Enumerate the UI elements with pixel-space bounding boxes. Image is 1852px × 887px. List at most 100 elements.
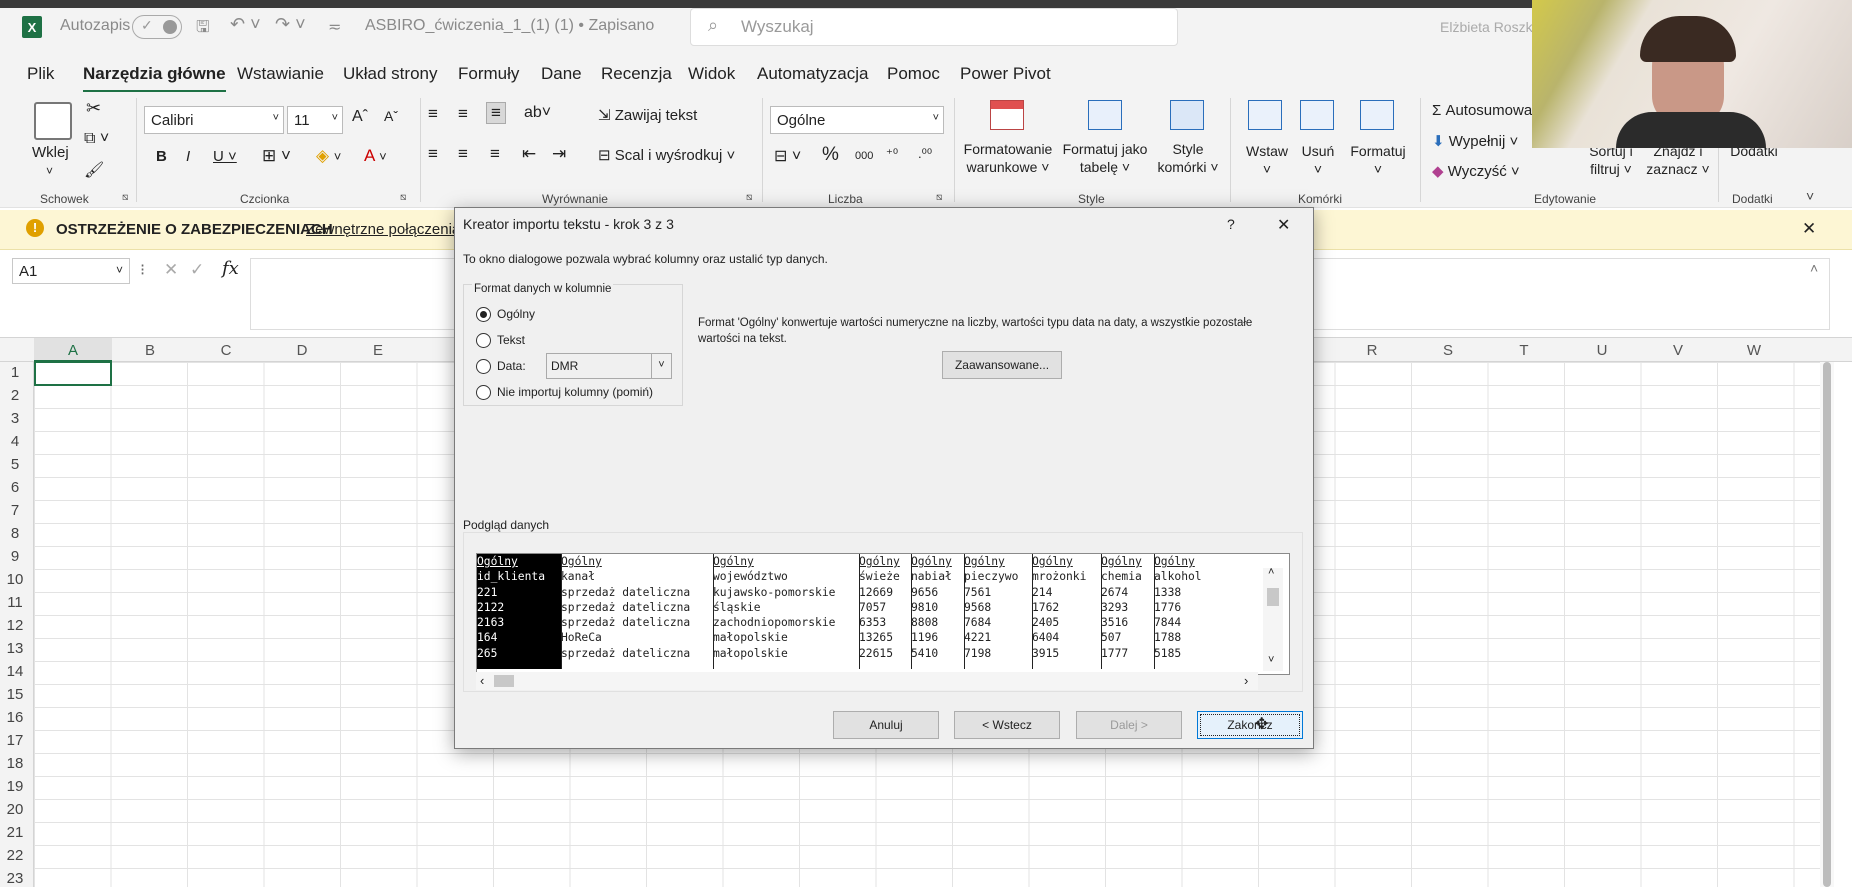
increase-font-icon[interactable]: Aˆ: [352, 108, 368, 126]
row-header-2[interactable]: 2: [0, 387, 30, 404]
format-cells-icon[interactable]: [1360, 100, 1394, 130]
document-title[interactable]: ASBIRO_ćwiczenia_1_(1) (1) • Zapisano: [365, 17, 654, 35]
preview-hscroll-thumb[interactable]: [494, 675, 514, 687]
preview-column-3[interactable]: Ogólny województwo kujawsko-pomorskie śl…: [713, 554, 859, 669]
row-header-8[interactable]: 8: [0, 525, 30, 542]
row-header-23[interactable]: 23: [0, 870, 30, 887]
date-format-select[interactable]: DMR ˅: [546, 353, 672, 379]
row-header-17[interactable]: 17: [0, 732, 30, 749]
data-preview-table[interactable]: Ogólny id_klienta 221 2122 2163 164 265 …: [476, 553, 1290, 675]
tab-power-pivot[interactable]: Power Pivot: [960, 64, 1051, 84]
align-bottom-icon[interactable]: ≡: [486, 102, 506, 124]
tab-recenzja[interactable]: Recenzja: [601, 64, 672, 84]
row-header-13[interactable]: 13: [0, 640, 30, 657]
preview-column-divider[interactable]: [1032, 554, 1033, 669]
collapse-formula-icon[interactable]: ˄: [1810, 260, 1818, 276]
scroll-right-icon[interactable]: ›: [1244, 673, 1248, 688]
cancel-button[interactable]: Anuluj: [833, 711, 939, 739]
currency-icon[interactable]: ⊟ ˅: [774, 146, 801, 166]
column-header-s[interactable]: S: [1410, 342, 1486, 359]
percent-icon[interactable]: %: [822, 144, 839, 166]
preview-vertical-scrollbar[interactable]: ˄ ˅: [1263, 566, 1283, 671]
row-header-5[interactable]: 5: [0, 456, 30, 473]
preview-column-1[interactable]: Ogólny id_klienta 221 2122 2163 164 265: [477, 554, 561, 669]
collapse-ribbon-icon[interactable]: ˅: [1806, 188, 1814, 204]
align-middle-icon[interactable]: ≡: [458, 104, 468, 124]
preview-column-2[interactable]: Ogólny kanał sprzedaż dateliczna sprzeda…: [561, 554, 713, 669]
preview-column-divider[interactable]: [1154, 554, 1155, 669]
row-header-9[interactable]: 9: [0, 548, 30, 565]
preview-vscroll-thumb[interactable]: [1267, 588, 1279, 606]
delete-button[interactable]: Usuń ˅: [1288, 142, 1348, 178]
search-box[interactable]: Wyszukaj: [690, 8, 1178, 46]
row-header-1[interactable]: 1: [0, 364, 30, 381]
preview-column-divider[interactable]: [859, 554, 860, 669]
row-header-12[interactable]: 12: [0, 617, 30, 634]
tab-wstawianie[interactable]: Wstawianie: [237, 64, 324, 84]
row-header-18[interactable]: 18: [0, 755, 30, 772]
warning-link[interactable]: Zewnętrzne połączenia: [306, 221, 460, 238]
autosum-button[interactable]: Σ Autosumowa: [1432, 102, 1532, 119]
row-header-7[interactable]: 7: [0, 502, 30, 519]
radio-text-label[interactable]: Tekst: [497, 333, 525, 347]
fill-color-icon[interactable]: ◈ ˅: [316, 146, 341, 166]
preview-column-divider[interactable]: [911, 554, 912, 669]
clear-button[interactable]: ◆ Wyczyść ˅: [1432, 162, 1520, 180]
column-header-a[interactable]: A: [34, 342, 112, 359]
wrap-text-button[interactable]: ⇲ Zawijaj tekst: [598, 106, 697, 124]
align-right-icon[interactable]: ≡: [490, 144, 500, 164]
radio-general[interactable]: [476, 307, 491, 322]
font-color-icon[interactable]: A ˅: [364, 146, 387, 166]
scrollbar-thumb[interactable]: [1823, 362, 1831, 887]
insert-function-icon[interactable]: fx: [222, 258, 239, 279]
decrease-font-icon[interactable]: Aˇ: [384, 108, 398, 124]
confirm-entry-icon[interactable]: ✓: [190, 260, 204, 280]
column-header-b[interactable]: B: [112, 342, 188, 359]
cell-styles-icon[interactable]: [1170, 100, 1204, 130]
preview-horizontal-scrollbar[interactable]: ‹ ›: [476, 672, 1258, 690]
row-header-20[interactable]: 20: [0, 801, 30, 818]
column-header-w[interactable]: W: [1716, 342, 1792, 359]
preview-column-divider[interactable]: [964, 554, 965, 669]
name-box[interactable]: A1 ˅: [12, 258, 130, 284]
cell-styles-button[interactable]: Style komórki ˅: [1152, 140, 1224, 176]
vertical-scrollbar[interactable]: [1820, 362, 1834, 887]
user-name[interactable]: Elżbieta Roszk: [1440, 19, 1533, 35]
conditional-format-icon[interactable]: [990, 100, 1024, 130]
row-header-15[interactable]: 15: [0, 686, 30, 703]
tab-uklad-strony[interactable]: Układ strony: [343, 64, 437, 84]
preview-column-7[interactable]: Ogólny mrożonki 214 1762 2405 6404 3915: [1032, 554, 1101, 669]
preview-column-6[interactable]: Ogólny pieczywo 7561 9568 7684 4221 7198: [964, 554, 1032, 669]
column-header-e[interactable]: E: [340, 342, 416, 359]
font-name-select[interactable]: Calibri ˅: [144, 106, 284, 134]
help-icon[interactable]: ?: [1227, 216, 1235, 232]
column-header-u[interactable]: U: [1564, 342, 1640, 359]
row-header-21[interactable]: 21: [0, 824, 30, 841]
paste-icon[interactable]: [34, 102, 72, 140]
align-center-icon[interactable]: ≡: [458, 144, 468, 164]
merge-center-button[interactable]: ⊟ Scal i wyśrodkuj ˅: [598, 146, 735, 164]
column-header-c[interactable]: C: [188, 342, 264, 359]
save-icon[interactable]: 🖫: [196, 16, 210, 43]
radio-date-label[interactable]: Data:: [497, 359, 526, 373]
preview-column-5[interactable]: Ogólny nabiał 9656 9810 8808 1196 5410: [911, 554, 964, 669]
number-launcher-icon[interactable]: ⧅: [936, 192, 942, 203]
scroll-left-icon[interactable]: ‹: [480, 673, 484, 688]
redo-icon[interactable]: ↷ ˅: [275, 14, 306, 35]
next-button[interactable]: Dalej >: [1076, 711, 1182, 739]
tab-plik[interactable]: Plik: [27, 64, 54, 84]
radio-text[interactable]: [476, 333, 491, 348]
bold-icon[interactable]: B: [156, 148, 167, 165]
finish-button[interactable]: Zakończ: [1197, 711, 1303, 739]
column-header-d[interactable]: D: [264, 342, 340, 359]
paste-label[interactable]: Wklej: [32, 144, 69, 161]
preview-column-8[interactable]: Ogólny chemia 2674 3293 3516 507 1777: [1101, 554, 1154, 669]
tab-narzedzia-glowne[interactable]: Narzędzia główne: [83, 64, 226, 93]
row-header-10[interactable]: 10: [0, 571, 30, 588]
row-header-16[interactable]: 16: [0, 709, 30, 726]
radio-skip[interactable]: [476, 385, 491, 400]
more-options-icon[interactable]: ⁝: [140, 260, 145, 280]
font-size-select[interactable]: 11 ˅: [287, 106, 343, 134]
increase-decimal-icon[interactable]: ⁺⁰: [886, 146, 898, 162]
decrease-decimal-icon[interactable]: .⁰⁰: [918, 146, 932, 162]
